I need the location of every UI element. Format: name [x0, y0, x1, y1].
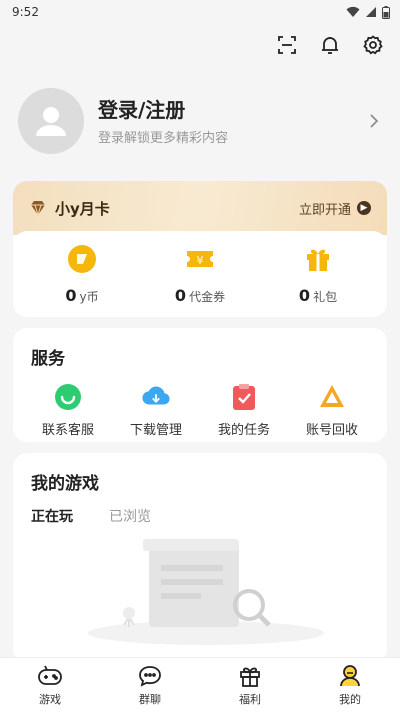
services-row: 联系客服 下载管理 我的任务 账号回收 [31, 383, 369, 438]
service-my-tasks[interactable]: 我的任务 [209, 383, 279, 438]
status-bar: 9:52 [0, 0, 400, 24]
vip-item-ycoin[interactable]: 0 y币 [27, 244, 137, 305]
status-time: 9:52 [12, 5, 39, 19]
profile-text: 登录/注册 登录解锁更多精彩内容 [98, 97, 366, 146]
status-icons [346, 5, 390, 19]
vip-card-header[interactable]: 小y月卡 立即开通 ▶ [13, 181, 387, 235]
avatar[interactable] [18, 88, 84, 154]
vip-card-body: 0 y币 ¥ 0 代金券 0 礼包 [13, 231, 387, 317]
recycle-icon [318, 383, 346, 411]
signal-icon [366, 7, 376, 17]
download-icon [142, 383, 170, 411]
settings-icon[interactable] [362, 34, 384, 56]
activate-now-label: 立即开通 [298, 202, 351, 218]
service-label: 我的任务 [217, 423, 270, 438]
nav-label: 游戏 [39, 693, 61, 706]
ycoin-value: 0 y币 [65, 285, 99, 305]
nav-welfare[interactable]: 福利 [210, 663, 290, 707]
bottom-nav: 游戏 群聊 福利 我的 [0, 657, 400, 712]
nav-group-chat[interactable]: 群聊 [110, 663, 190, 707]
customer-service-icon [54, 383, 82, 411]
my-games-card: 我的游戏 正在玩 已浏览 [13, 453, 387, 663]
vip-title: 小y月卡 [55, 199, 110, 218]
nav-label: 福利 [239, 693, 261, 706]
gamepad-icon [37, 663, 63, 689]
profile-login[interactable]: 登录/注册 登录解锁更多精彩内容 [18, 88, 382, 154]
voucher-icon: ¥ [185, 244, 215, 274]
tab-browsed[interactable]: 已浏览 [109, 506, 151, 526]
bell-icon[interactable] [319, 34, 341, 56]
gift-box-icon [237, 663, 263, 689]
login-register-title[interactable]: 登录/注册 [98, 97, 366, 123]
empty-state-illustration [88, 539, 324, 645]
gift-value: 0 礼包 [298, 285, 338, 305]
nav-games[interactable]: 游戏 [10, 663, 90, 707]
vip-card: 小y月卡 立即开通 ▶ 0 y币 ¥ 0 代金券 0 礼包 [13, 181, 387, 317]
services-card: 服务 联系客服 下载管理 我的任务 账号回收 [13, 328, 387, 442]
vip-title-group: 小y月卡 [29, 198, 110, 219]
service-label: 账号回收 [305, 423, 358, 438]
top-actions [276, 34, 384, 56]
chat-icon [137, 663, 163, 689]
service-customer-support[interactable]: 联系客服 [33, 383, 103, 438]
gift-icon [303, 244, 333, 274]
y-coin-icon [67, 244, 97, 274]
task-icon [230, 383, 258, 411]
login-subtitle: 登录解锁更多精彩内容 [98, 130, 229, 146]
nav-label: 我的 [339, 693, 361, 706]
vip-item-gift[interactable]: 0 礼包 [263, 244, 373, 305]
service-download-manager[interactable]: 下载管理 [121, 383, 191, 438]
diamond-icon [31, 201, 45, 217]
activate-now-button[interactable]: 立即开通 ▶ [299, 199, 371, 218]
tab-playing[interactable]: 正在玩 [31, 506, 73, 526]
svg-text:¥: ¥ [197, 254, 204, 267]
user-icon [337, 663, 363, 689]
arrow-right-circle-icon: ▶ [357, 201, 371, 215]
chevron-right-icon[interactable] [366, 113, 382, 129]
default-avatar-icon [36, 107, 66, 136]
battery-icon [382, 5, 390, 19]
service-label: 联系客服 [41, 423, 94, 438]
my-games-title: 我的游戏 [31, 474, 99, 494]
voucher-value: 0 代金券 [174, 285, 226, 305]
nav-mine[interactable]: 我的 [310, 663, 390, 707]
games-tabs: 正在玩 已浏览 [31, 506, 369, 526]
service-label: 下载管理 [129, 423, 182, 438]
wifi-icon [346, 6, 360, 17]
services-title: 服务 [31, 349, 65, 369]
scan-icon[interactable] [276, 34, 298, 56]
service-account-recycle[interactable]: 账号回收 [297, 383, 367, 438]
vip-item-voucher[interactable]: ¥ 0 代金券 [145, 244, 255, 305]
nav-label: 群聊 [139, 693, 161, 706]
